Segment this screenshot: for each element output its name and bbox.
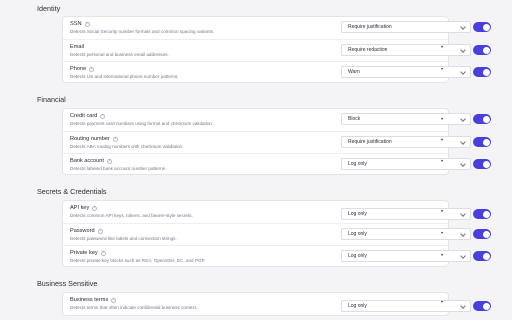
enable-toggle[interactable] [473,301,491,311]
action-select[interactable]: Log only [341,208,471,220]
section-title-identity: Identity [37,4,61,13]
info-icon[interactable]: i [100,113,106,119]
more-icon[interactable]: • [440,45,444,51]
chevron-down-icon [460,253,466,259]
more-icon[interactable]: • [440,209,444,215]
rule-name: Routing number [70,136,110,142]
action-select[interactable]: Log only [341,300,471,312]
info-icon[interactable]: i [106,158,112,164]
enable-toggle[interactable] [473,251,491,261]
more-icon[interactable]: • [440,300,444,306]
rule-row-phone: Phone i Detects US and international phon… [63,61,491,83]
info-icon[interactable]: i [111,297,117,303]
chevron-down-icon [460,161,466,167]
rule-row-private-key: Private key i Detects private key blocks … [63,245,491,267]
chevron-down-icon [460,116,466,122]
section-title-secrets: Secrets & Credentials [37,187,107,196]
enable-toggle[interactable] [473,22,491,32]
enable-toggle[interactable] [473,137,491,147]
info-icon[interactable]: i [112,136,118,142]
rule-name: Credit card [70,113,98,119]
info-icon[interactable]: i [100,250,106,256]
chevron-down-icon [460,47,466,53]
action-select[interactable]: Require justification [341,136,471,148]
rule-row-routing-number: Routing number i Detects ABA routing numb… [63,131,491,153]
action-select[interactable]: Warn [341,66,471,78]
section-card-identity: SSN i Detects Social Security number form… [62,16,491,83]
enable-toggle[interactable] [473,229,491,239]
chevron-down-icon [460,211,466,217]
rule-name: Password [70,228,95,234]
section-title-financial: Financial [37,95,66,104]
more-icon[interactable]: • [440,67,444,73]
chevron-down-icon [460,24,466,30]
section-card-secrets: API key i Detects common API keys, tokens… [62,200,491,267]
section-card-financial: Credit card i Detects payment card number… [62,108,491,175]
action-select[interactable]: Block [341,113,471,125]
enable-toggle[interactable] [473,45,491,55]
rule-name: API key [70,205,90,211]
chevron-down-icon [460,303,466,309]
action-select[interactable]: Require justification [341,21,471,33]
info-icon[interactable]: i [84,21,90,27]
rule-name: Bank account [70,158,104,164]
rule-name: Email [70,44,84,50]
chevron-down-icon [460,139,466,145]
info-icon[interactable]: i [97,228,103,234]
rule-description: Detects common API keys, tokens, and bea… [70,213,193,218]
more-icon[interactable]: • [440,253,444,259]
section-card-business: Business terms i Detects terms that often… [62,292,491,316]
rule-description: Detects private key blocks such as RSA, … [70,258,206,263]
rule-description: Detects personal and business email addr… [70,52,169,57]
rule-description: Detects labeled bank account number patt… [70,166,167,171]
rule-row-email: Email Detects personal and business emai… [63,39,491,61]
rule-row-ssn: SSN i Detects Social Security number form… [63,21,491,39]
rule-name: Business terms [70,297,109,303]
rule-name: SSN [70,21,82,27]
rule-row-credit-card: Credit card i Detects payment card number… [63,113,491,131]
rule-description: Detects Social Security number formats a… [70,29,215,34]
enable-toggle[interactable] [473,114,491,124]
rule-row-bank-account: Bank account i Detects labeled bank accou… [63,153,491,175]
section-title-business: Business Sensitive [37,279,98,288]
rule-description: Detects US and international phone numbe… [70,74,179,79]
info-icon[interactable]: i [92,205,98,211]
rule-row-password: Password i Detects password-like labels a… [63,223,491,245]
action-select[interactable]: Log only [341,228,471,240]
info-icon[interactable]: i [89,66,95,72]
more-icon[interactable]: • [440,231,444,237]
rule-description: Detects password-like labels and connect… [70,236,177,241]
rule-description: Detects ABA routing numbers with checksu… [70,144,184,149]
action-select[interactable]: Require redaction [341,44,471,56]
rule-name: Phone [70,66,87,72]
rule-row-business-terms: Business terms i Detects terms that often… [63,297,491,315]
more-icon[interactable]: • [440,159,444,165]
rule-name: Private key [70,250,98,256]
more-icon[interactable]: • [440,117,444,123]
action-select[interactable]: Log only [341,158,471,170]
rule-row-api-key: API key i Detects common API keys, tokens… [63,205,491,223]
enable-toggle[interactable] [473,209,491,219]
more-icon[interactable]: • [440,138,444,144]
rule-description: Detects payment card numbers using forma… [70,121,214,126]
action-select[interactable]: Log only [341,250,471,262]
chevron-down-icon [460,231,466,237]
rule-description: Detects terms that often indicate confid… [70,305,198,310]
chevron-down-icon [460,69,466,75]
enable-toggle[interactable] [473,159,491,169]
enable-toggle[interactable] [473,67,491,77]
